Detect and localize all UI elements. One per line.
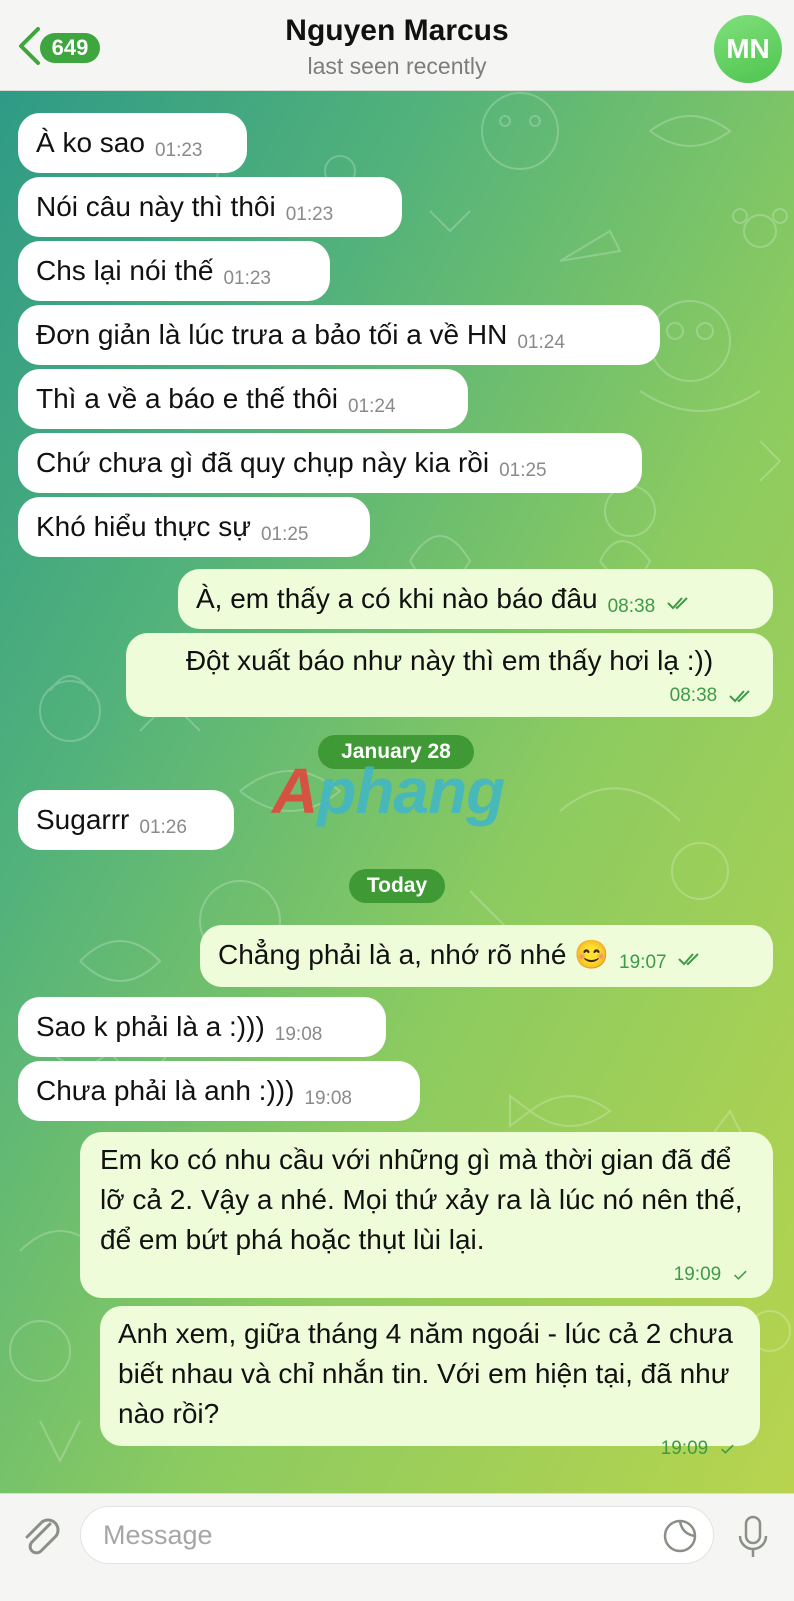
date-separator: Today <box>349 869 445 903</box>
message-bubble-incoming[interactable]: Thì a về a báo e thế thôi 01:24 <box>18 369 468 429</box>
message-meta: 19:09 <box>118 1434 740 1460</box>
watermark-part2: phang <box>317 755 505 827</box>
message-time: 19:09 <box>673 1264 722 1285</box>
message-text: Nói câu này thì thôi <box>36 191 276 222</box>
message-input-bar: Message <box>0 1493 794 1601</box>
message-bubble-outgoing[interactable]: Em ko có nhu cầu với những gì mà thời gi… <box>80 1132 773 1298</box>
message-time: 19:09 <box>660 1438 709 1459</box>
message-text: Đơn giản là lúc trưa a bảo tối a về HN <box>36 319 508 350</box>
message-bubble-outgoing[interactable]: À, em thấy a có khi nào báo đâu 08:38 <box>178 569 773 629</box>
message-time: 19:08 <box>304 1088 352 1109</box>
chat-header: 649 Nguyen Marcus last seen recently MN <box>0 0 794 91</box>
message-time: 01:23 <box>285 204 334 225</box>
contact-status: last seen recently <box>307 53 487 79</box>
attach-icon[interactable] <box>20 1514 62 1560</box>
microphone-icon[interactable] <box>736 1514 770 1560</box>
message-bubble-outgoing[interactable]: Đột xuất báo như này thì em thấy hơi lạ … <box>126 633 773 717</box>
sticker-icon[interactable] <box>662 1518 698 1554</box>
contact-name[interactable]: Nguyen Marcus <box>0 14 794 48</box>
message-time: 01:24 <box>347 396 396 417</box>
message-time: 01:25 <box>499 460 547 481</box>
message-text: Anh xem, giữa tháng 4 năm ngoái - lúc cả… <box>118 1318 733 1429</box>
message-text: Em ko có nhu cầu với những gì mà thời gi… <box>100 1144 743 1255</box>
message-meta: 08:38 <box>144 681 755 707</box>
message-text: Thì a về a báo e thế thôi <box>36 383 338 414</box>
message-time: 01:23 <box>223 268 271 289</box>
message-time: 01:25 <box>260 524 309 545</box>
message-text: Chs lại nói thế <box>36 255 214 286</box>
double-check-icon <box>667 596 688 610</box>
message-text: À, em thấy a có khi nào báo đâu <box>196 583 598 614</box>
message-time: 01:24 <box>517 332 565 353</box>
double-check-icon <box>678 952 700 966</box>
message-bubble-incoming[interactable]: Chưa phải là anh :))) 19:08 <box>18 1061 420 1121</box>
message-bubble-incoming[interactable]: Nói câu này thì thôi 01:23 <box>18 177 402 237</box>
single-check-icon <box>720 1444 734 1454</box>
watermark-part1: A <box>272 755 318 827</box>
message-time: 08:38 <box>669 685 718 706</box>
single-check-icon <box>733 1270 747 1280</box>
message-time: 01:26 <box>139 817 187 838</box>
message-text: Khó hiểu thực sự <box>36 511 251 542</box>
message-bubble-incoming[interactable]: Khó hiểu thực sự 01:25 <box>18 497 370 557</box>
message-text: Chưa phải là anh :))) <box>36 1075 295 1106</box>
message-meta: 19:09 <box>100 1260 753 1286</box>
message-text: À ko sao <box>36 127 145 158</box>
message-time: 08:38 <box>607 596 656 617</box>
message-bubble-incoming[interactable]: Đơn giản là lúc trưa a bảo tối a về HN 01… <box>18 305 660 365</box>
message-text: Chứ chưa gì đã quy chụp này kia rồi <box>36 447 490 478</box>
message-text: Sugarrr <box>36 804 130 835</box>
message-placeholder: Message <box>103 1519 213 1550</box>
message-text: Đột xuất báo như này thì em thấy hơi lạ … <box>185 645 714 676</box>
message-text: Sao k phải là a :))) <box>36 1011 265 1042</box>
message-time: 19:07 <box>619 952 667 973</box>
message-bubble-incoming[interactable]: Sugarrr 01:26 <box>18 790 234 850</box>
chat-area[interactable]: À ko sao 01:23 Nói câu này thì thôi 01:23 … <box>0 91 794 1493</box>
message-bubble-outgoing[interactable]: Chẳng phải là a, nhớ rõ nhé 😊 19:07 <box>200 925 773 987</box>
message-text: Chẳng phải là a, nhớ rõ nhé 😊 <box>218 939 610 970</box>
message-input[interactable]: Message <box>80 1506 714 1564</box>
message-bubble-incoming[interactable]: Chứ chưa gì đã quy chụp này kia rồi 01:25 <box>18 433 642 493</box>
double-check-icon <box>729 689 750 703</box>
message-time: 19:08 <box>274 1024 323 1045</box>
message-time: 01:23 <box>154 140 203 161</box>
avatar[interactable]: MN <box>714 15 782 83</box>
watermark-logo: Aphang <box>272 754 505 828</box>
message-bubble-incoming[interactable]: Sao k phải là a :))) 19:08 <box>18 997 386 1057</box>
message-bubble-incoming[interactable]: Chs lại nói thế 01:23 <box>18 241 330 301</box>
message-bubble-outgoing[interactable]: Anh xem, giữa tháng 4 năm ngoái - lúc cả… <box>100 1306 760 1459</box>
message-bubble-incoming[interactable]: À ko sao 01:23 <box>18 113 247 173</box>
